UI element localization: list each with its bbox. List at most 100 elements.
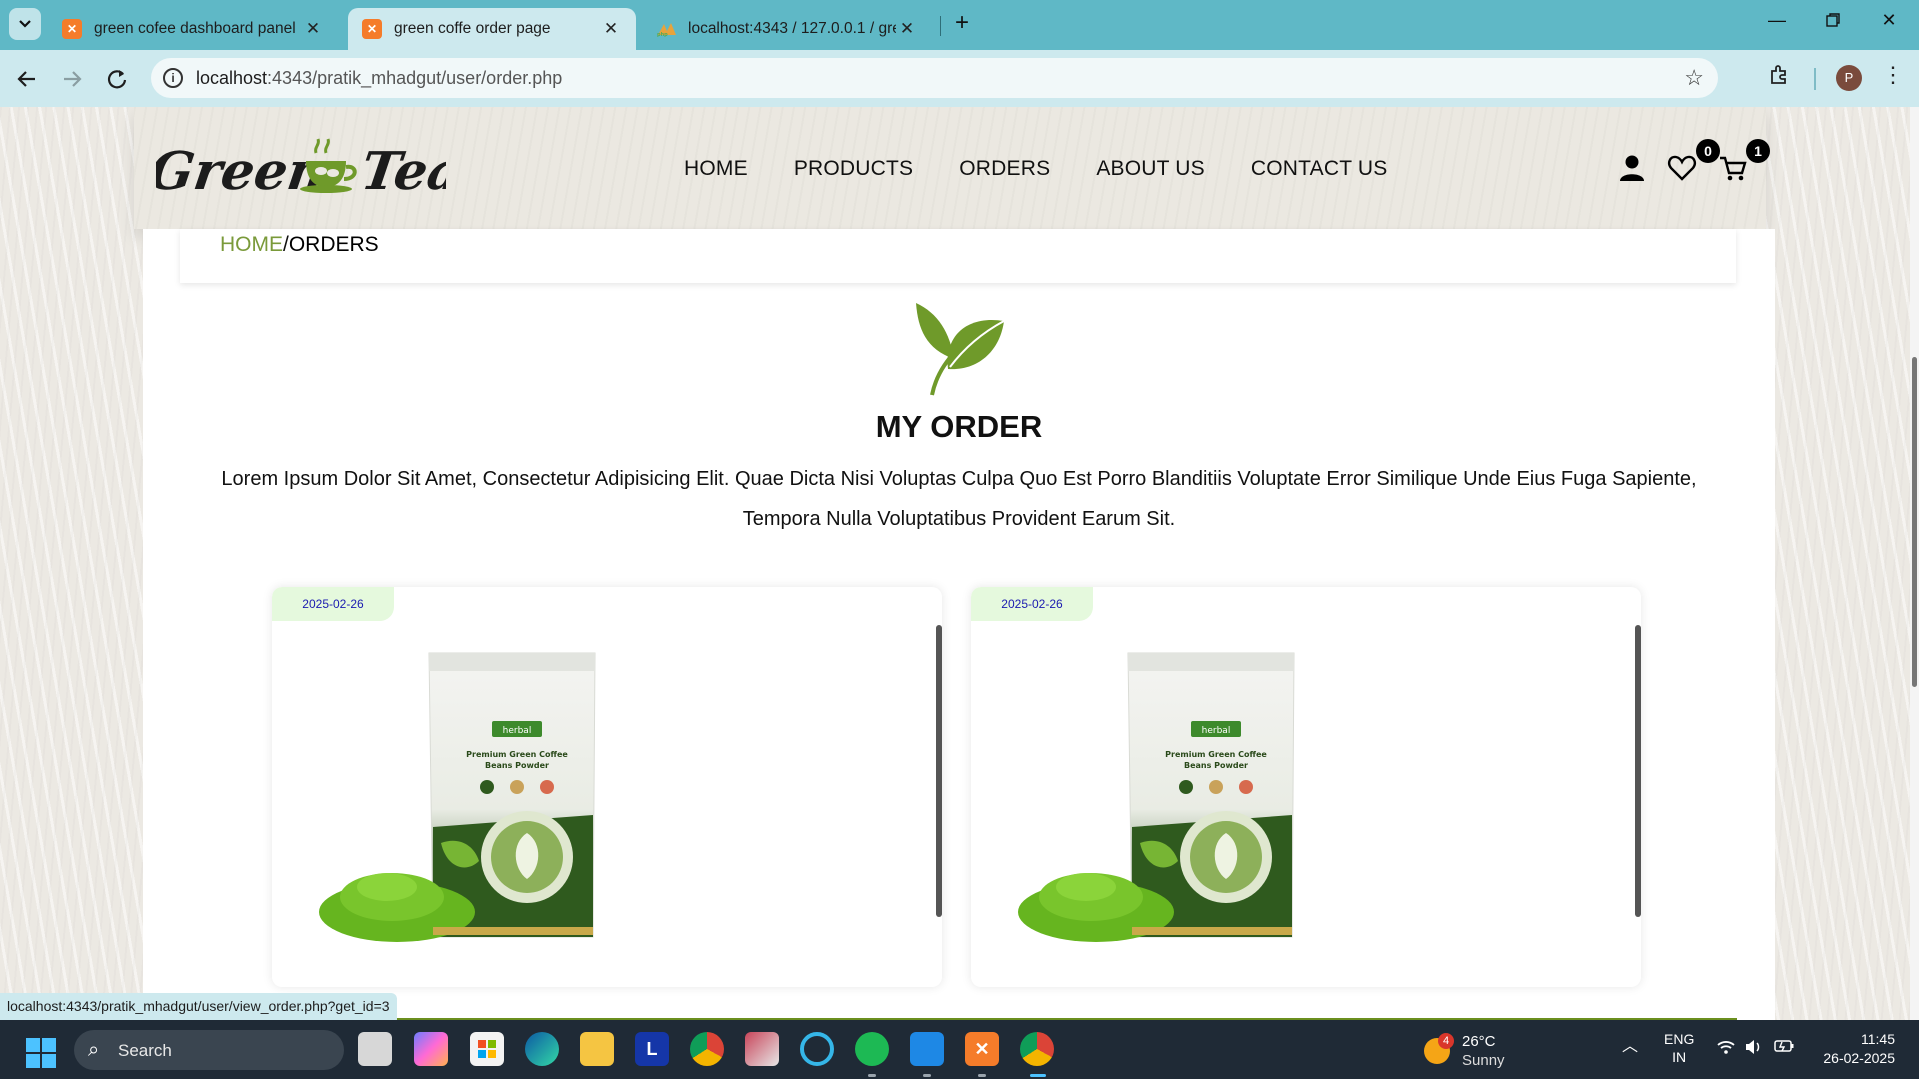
heart-icon[interactable]	[1667, 153, 1697, 183]
tab-separator	[940, 16, 941, 36]
green-tea-logo[interactable]: Green Tea	[156, 127, 446, 207]
window-close-icon[interactable]: ✕	[1874, 10, 1904, 31]
tab-order-page[interactable]: ✕ green coffe order page ✕	[348, 8, 636, 50]
restore-icon[interactable]	[1818, 10, 1848, 32]
weather-badge: 4	[1438, 1033, 1454, 1049]
search-label: Search	[118, 1041, 172, 1060]
wifi-icon[interactable]	[1716, 1039, 1736, 1059]
system-clock[interactable]: 11:45 26-02-2025	[1815, 1030, 1895, 1068]
main-navigation: HOME PRODUCTS ORDERS ABOUT US CONTACT US	[684, 157, 1387, 181]
site-info-icon[interactable]: i	[163, 68, 183, 88]
spotify-icon[interactable]	[855, 1032, 889, 1066]
windows-start-icon[interactable]	[26, 1038, 56, 1068]
web-page: Green Tea HOME PRODUCTS ORDERS ABOUT US …	[0, 107, 1919, 1020]
svg-text:Premium Green Coffee: Premium Green Coffee	[1165, 750, 1267, 759]
temperature: 26°C	[1462, 1033, 1496, 1050]
taskbar-search-box[interactable]: ⌕ Search	[74, 1030, 344, 1070]
pack-brand: herbal	[1202, 726, 1231, 736]
chevron-up-icon[interactable]: ︿	[1622, 1038, 1638, 1056]
tab-dashboard[interactable]: ✕ green cofee dashboard panel ✕	[48, 8, 338, 50]
nav-orders[interactable]: ORDERS	[959, 157, 1050, 181]
paint-icon[interactable]	[745, 1032, 779, 1066]
close-icon[interactable]: ✕	[302, 19, 324, 39]
nav-contact-us[interactable]: CONTACT US	[1251, 157, 1388, 181]
order-date-badge: 2025-02-26	[971, 587, 1093, 621]
chrome-icon[interactable]	[690, 1032, 724, 1066]
nav-home[interactable]: HOME	[684, 157, 748, 181]
copilot-icon[interactable]	[414, 1032, 448, 1066]
xampp-icon[interactable]: ✕	[965, 1032, 999, 1066]
close-icon[interactable]: ✕	[600, 19, 622, 39]
order-card[interactable]: 2025-02-26 herbal Premium Green Coffee B…	[971, 587, 1641, 987]
language-code: ENG	[1664, 1031, 1695, 1047]
page-description: Lorem Ipsum Dolor Sit Amet, Consectetur …	[221, 468, 1697, 530]
order-card[interactable]: 2025-02-26 herbal Premium Green Coffee B…	[272, 587, 942, 987]
clock-time: 11:45	[1861, 1031, 1895, 1047]
breadcrumb-home-link[interactable]: HOME	[220, 233, 283, 256]
cortana-icon[interactable]	[800, 1032, 834, 1066]
nav-products[interactable]: PRODUCTS	[794, 157, 913, 181]
xampp-icon: ✕	[62, 19, 82, 39]
edge-icon[interactable]	[525, 1032, 559, 1066]
l-app-icon[interactable]: L	[635, 1032, 669, 1066]
forward-arrow-icon[interactable]	[57, 64, 87, 94]
url-path: :4343/pratik_mhadgut/user/order.php	[267, 68, 563, 88]
profile-avatar[interactable]: P	[1836, 65, 1862, 91]
scrollbar-thumb[interactable]	[1912, 357, 1917, 687]
card-scrollbar[interactable]	[1635, 625, 1641, 917]
tab-title: localhost:4343 / 127.0.0.1 / gree	[688, 20, 896, 37]
tab-phpmyadmin[interactable]: php localhost:4343 / 127.0.0.1 / gree ✕	[642, 8, 932, 50]
page-scrollbar[interactable]	[1910, 107, 1919, 1020]
back-arrow-icon[interactable]	[12, 64, 42, 94]
wishlist-count-badge: 0	[1696, 139, 1720, 163]
card-scrollbar[interactable]	[936, 625, 942, 917]
url-text[interactable]: localhost:4343/pratik_mhadgut/user/order…	[196, 68, 562, 89]
url-bar[interactable]: i localhost:4343/pratik_mhadgut/user/ord…	[151, 58, 1718, 98]
reload-icon[interactable]	[102, 64, 132, 94]
browser-tab-bar: ✕ green cofee dashboard panel ✕ ✕ green …	[0, 0, 1919, 50]
xampp-icon: ✕	[362, 19, 382, 39]
breadcrumb-current: ORDERS	[288, 233, 379, 256]
pack-brand: herbal	[503, 726, 532, 736]
green-coffee-powder-pack-image[interactable]: herbal Premium Green Coffee Beans Powder	[1016, 647, 1316, 977]
order-date-badge: 2025-02-26	[272, 587, 394, 621]
running-indicator	[923, 1074, 931, 1077]
extensions-icon[interactable]	[1768, 63, 1790, 91]
svg-text:Beans Powder: Beans Powder	[485, 761, 549, 770]
cart-icon[interactable]	[1718, 153, 1748, 183]
language-indicator[interactable]: ENG IN	[1664, 1030, 1694, 1066]
link-status-bar: localhost:4343/pratik_mhadgut/user/view_…	[0, 993, 397, 1020]
tab-search-button[interactable]	[9, 8, 41, 40]
minimize-icon[interactable]: —	[1762, 10, 1792, 31]
breadcrumb: HOME/ORDERS	[220, 233, 379, 257]
new-tab-button[interactable]: +	[950, 11, 974, 36]
tab-title: green cofee dashboard panel	[94, 20, 296, 37]
svg-text:Beans Powder: Beans Powder	[1184, 761, 1248, 770]
file-explorer-icon[interactable]	[580, 1032, 614, 1066]
weather-widget[interactable]: 4 26°C Sunny	[1424, 1030, 1534, 1070]
cart-count-badge: 1	[1746, 139, 1770, 163]
svg-text:Green: Green	[156, 141, 330, 202]
nav-about-us[interactable]: ABOUT US	[1096, 157, 1205, 181]
running-indicator	[868, 1074, 876, 1077]
svg-text:Premium Green Coffee: Premium Green Coffee	[466, 750, 568, 759]
battery-icon[interactable]	[1774, 1039, 1794, 1057]
vscode-icon[interactable]	[910, 1032, 944, 1066]
phpmyadmin-icon: php	[656, 19, 676, 39]
chrome-profile-icon[interactable]	[1020, 1032, 1054, 1066]
task-view-icon[interactable]	[358, 1032, 392, 1066]
page-title: MY ORDER	[875, 409, 1043, 444]
toolbar-divider	[1814, 68, 1816, 90]
leaf-icon	[916, 303, 1005, 396]
bookmark-star-icon[interactable]: ☆	[1684, 65, 1704, 91]
volume-icon[interactable]	[1744, 1039, 1762, 1059]
microsoft-store-icon[interactable]	[470, 1032, 504, 1066]
user-icon[interactable]	[1617, 153, 1647, 183]
address-toolbar: i localhost:4343/pratik_mhadgut/user/ord…	[0, 50, 1919, 107]
green-coffee-powder-pack-image[interactable]: herbal Premium Green Coffee Beans Powder	[317, 647, 617, 977]
chevron-down-icon	[19, 20, 31, 28]
svg-text:php: php	[657, 32, 668, 37]
close-icon[interactable]: ✕	[896, 19, 918, 39]
active-indicator	[1030, 1074, 1046, 1077]
more-menu-icon[interactable]: ⋮	[1882, 62, 1904, 88]
